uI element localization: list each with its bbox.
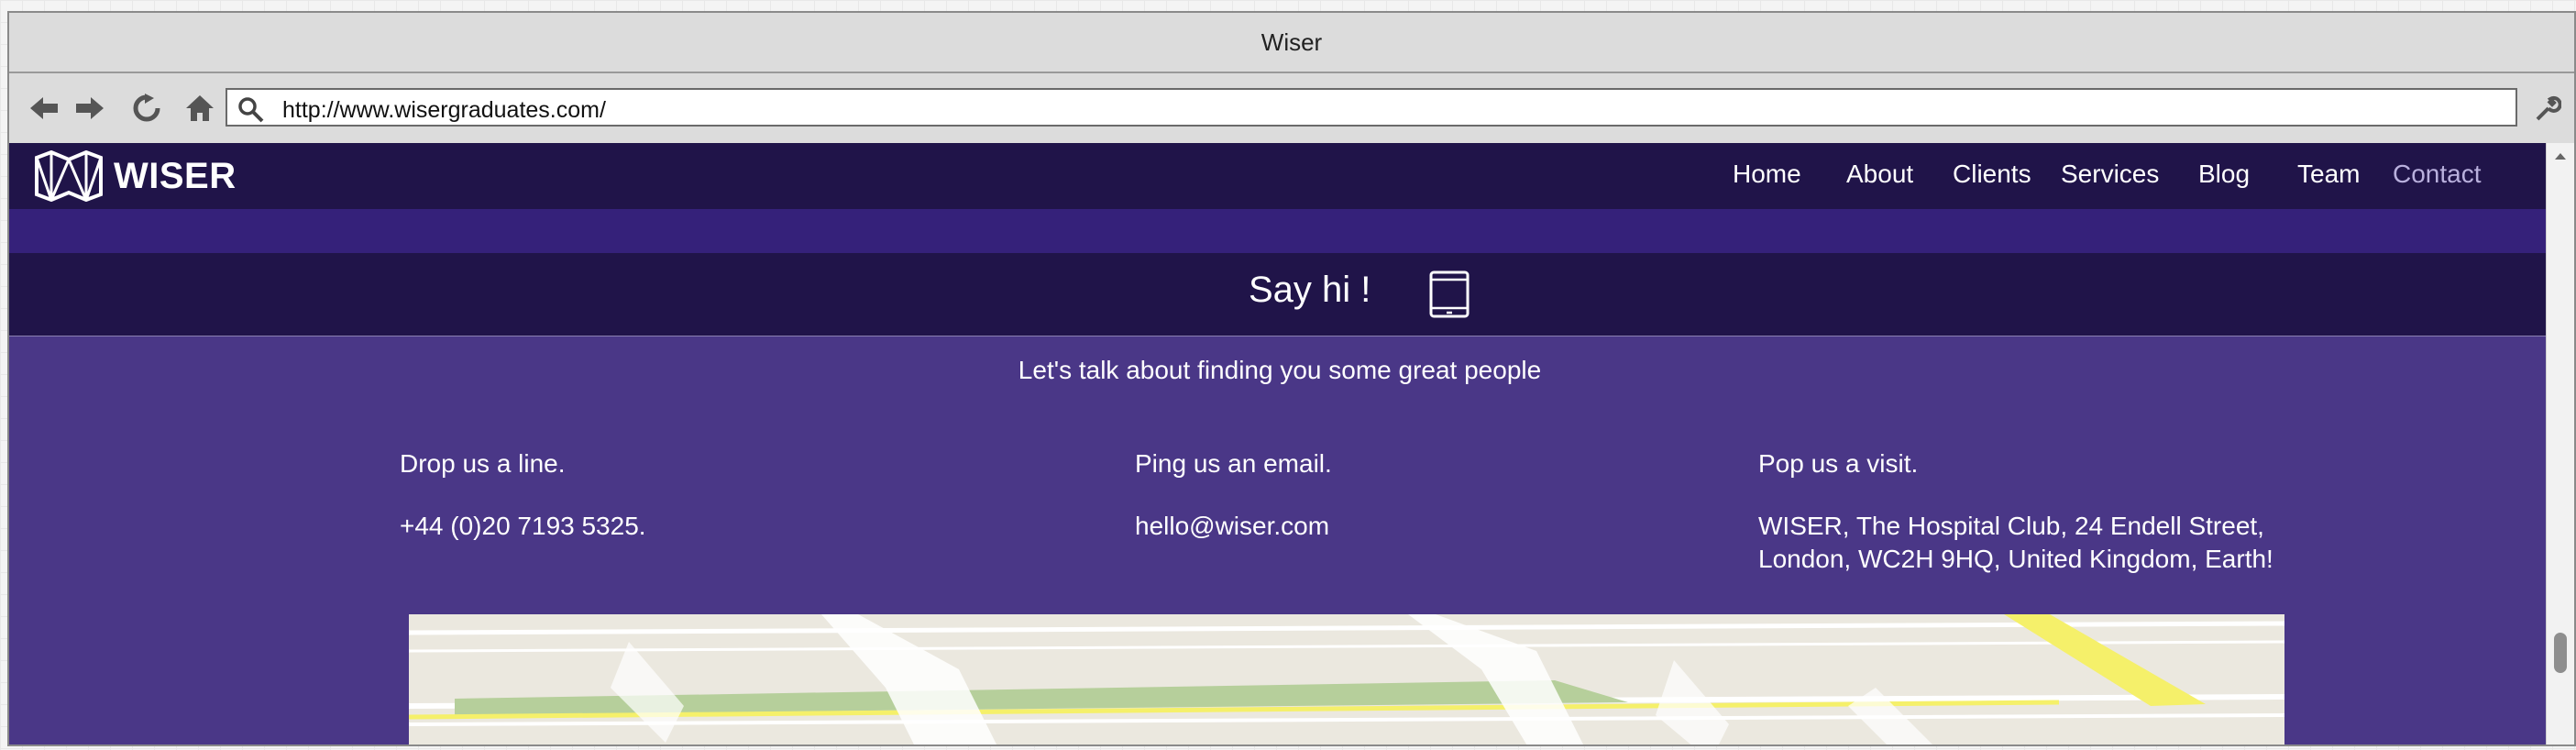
reload-icon[interactable] bbox=[130, 92, 163, 125]
forward-arrow-icon[interactable] bbox=[73, 92, 106, 125]
window-title: Wiser bbox=[1260, 28, 1323, 56]
visit-heading: Pop us a visit. bbox=[1758, 449, 1919, 478]
nav-clients[interactable]: Clients bbox=[1953, 160, 2031, 189]
scroll-up-arrow-icon[interactable] bbox=[2547, 147, 2574, 165]
nav-services[interactable]: Services bbox=[2061, 160, 2159, 189]
site-navbar: WISER Home About Clients Services Blog T… bbox=[9, 143, 2550, 209]
url-text[interactable]: http://www.wisergraduates.com/ bbox=[282, 97, 606, 124]
nav-about[interactable]: About bbox=[1846, 160, 1913, 189]
section-title: Say hi ! bbox=[1249, 270, 1371, 310]
wrench-icon[interactable] bbox=[2530, 92, 2563, 125]
color-band bbox=[9, 209, 2550, 253]
vertical-scrollbar[interactable] bbox=[2546, 143, 2574, 744]
wiser-logo-icon bbox=[35, 150, 103, 202]
phone-number[interactable]: +44 (0)20 7193 5325. bbox=[400, 510, 646, 543]
logo-text: WISER bbox=[114, 155, 237, 196]
tagline: Let's talk about finding you some great … bbox=[1018, 356, 1542, 384]
site-logo[interactable]: WISER bbox=[33, 150, 237, 202]
nav-blog[interactable]: Blog bbox=[2198, 160, 2250, 189]
nav-contact[interactable]: Contact bbox=[2393, 160, 2482, 189]
address-line-2: London, WC2H 9HQ, United Kingdom, Earth! bbox=[1758, 545, 2273, 573]
contact-email: Ping us an email. hello@wiser.com bbox=[1135, 447, 1332, 543]
location-map[interactable] bbox=[409, 614, 2284, 744]
home-icon[interactable] bbox=[183, 92, 216, 125]
email-heading: Ping us an email. bbox=[1135, 449, 1332, 478]
search-icon bbox=[237, 95, 264, 127]
nav-team[interactable]: Team bbox=[2297, 160, 2360, 189]
contact-visit: Pop us a visit. WISER, The Hospital Club… bbox=[1758, 447, 2273, 576]
phone-heading: Drop us a line. bbox=[400, 449, 566, 478]
contact-phone: Drop us a line. +44 (0)20 7193 5325. bbox=[400, 447, 646, 543]
nav-home[interactable]: Home bbox=[1733, 160, 1801, 189]
contact-header: Say hi ! bbox=[9, 253, 2550, 336]
address-line-1: WISER, The Hospital Club, 24 Endell Stre… bbox=[1758, 512, 2264, 540]
browser-toolbar: http://www.wisergraduates.com/ bbox=[9, 73, 2574, 145]
email-link[interactable]: hello@wiser.com bbox=[1135, 510, 1332, 543]
back-arrow-icon[interactable] bbox=[28, 92, 61, 125]
map-tiles bbox=[409, 614, 2284, 744]
page-viewport: WISER Home About Clients Services Blog T… bbox=[9, 143, 2550, 744]
title-bar: Wiser bbox=[9, 13, 2574, 73]
tablet-icon bbox=[1428, 270, 1470, 324]
address-bar[interactable]: http://www.wisergraduates.com/ bbox=[226, 88, 2517, 127]
scroll-thumb[interactable] bbox=[2554, 633, 2567, 673]
browser-window: Wiser http://www.wisergraduates.com/ WIS… bbox=[7, 11, 2576, 746]
